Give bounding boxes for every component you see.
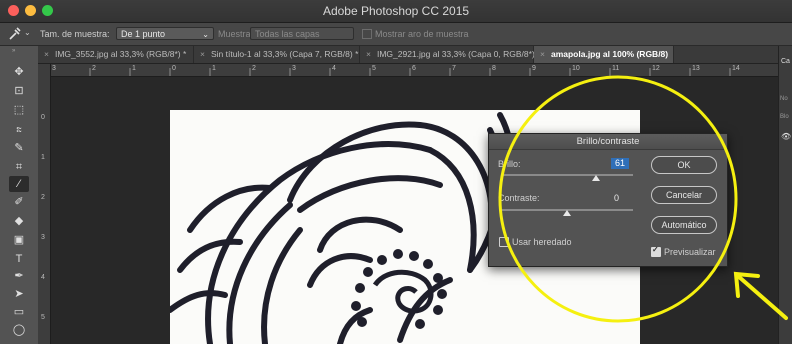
crop-tool-icon[interactable]: ⌗: [9, 159, 29, 175]
ok-button[interactable]: OK: [651, 156, 717, 174]
close-tab-icon[interactable]: ×: [200, 49, 205, 59]
ruler-label: 1: [212, 65, 216, 72]
tab-sin-titulo-1[interactable]: × Sin título-1 al 33,3% (Capa 7, RGB/8) *: [194, 46, 360, 63]
legacy-label: Usar heredado: [512, 237, 572, 247]
ruler-label: 2: [41, 194, 45, 201]
close-tab-icon[interactable]: ×: [540, 49, 545, 59]
legacy-checkbox[interactable]: [499, 237, 509, 247]
horizontal-ruler[interactable]: 3 2 1 0 1 2 3 4 5 6 7 8 9 10 11 12 13 14: [38, 64, 778, 77]
panel-label: Blo: [780, 114, 789, 120]
auto-button[interactable]: Automático: [651, 216, 717, 234]
hand-tool-icon[interactable]: ◯: [9, 322, 29, 338]
title-bar: Adobe Photoshop CC 2015: [0, 0, 792, 23]
show-ring-label: Mostrar aro de muestra: [375, 29, 469, 39]
panel-label: No: [780, 96, 788, 102]
quick-selection-tool-icon[interactable]: ✎: [9, 140, 29, 156]
preview-label: Previsualizar: [664, 247, 716, 257]
artboard-tool-icon[interactable]: ⊡: [9, 83, 29, 99]
lasso-tool-icon[interactable]: ᦰ: [9, 121, 29, 137]
sample-select[interactable]: Todas las capas: [250, 27, 354, 40]
path-selection-tool-icon[interactable]: ➤: [9, 286, 29, 302]
vertical-ruler[interactable]: 0 1 2 3 4 5: [38, 64, 51, 344]
ruler-label: 7: [452, 65, 456, 72]
ruler-label: 0: [172, 65, 176, 72]
close-tab-icon[interactable]: ×: [44, 49, 49, 59]
contrast-label: Contraste:: [498, 193, 540, 203]
brightness-field[interactable]: 61: [611, 158, 629, 169]
gradient-tool-icon[interactable]: ▣: [9, 232, 29, 248]
marquee-tool-icon[interactable]: ⬚: [9, 102, 29, 118]
show-ring-checkbox[interactable]: [362, 29, 372, 39]
eye-icon[interactable]: 👁: [781, 132, 791, 141]
ruler-label: 9: [532, 65, 536, 72]
contrast-field[interactable]: 0: [589, 193, 619, 203]
ruler-label: 13: [692, 65, 700, 72]
ruler-label: 3: [292, 65, 296, 72]
ruler-label: 1: [132, 65, 136, 72]
collapse-panel-icon[interactable]: »: [12, 48, 15, 54]
ruler-label: 4: [41, 274, 45, 281]
ruler-ticks: [49, 68, 731, 76]
move-tool-icon[interactable]: ✥: [9, 64, 29, 80]
ruler-label: 4: [332, 65, 336, 72]
ruler-label: 12: [652, 65, 660, 72]
brightness-label: Brillo:: [498, 159, 521, 169]
tab-img-3552[interactable]: × IMG_3552.jpg al 33,3% (RGB/8*) *: [38, 46, 194, 63]
right-panel-dock: Ca No Blo 👁: [778, 46, 792, 344]
preview-checkbox[interactable]: [651, 245, 661, 257]
tool-preset-chevron-icon[interactable]: ⌄: [24, 28, 31, 37]
document-tabs: × IMG_3552.jpg al 33,3% (RGB/8*) * × Sin t…: [38, 46, 778, 64]
brightness-slider[interactable]: [501, 174, 633, 176]
sample-label: Muestra:: [218, 29, 254, 39]
sample-size-label: Tam. de muestra:: [40, 29, 110, 39]
close-tab-icon[interactable]: ×: [366, 49, 371, 59]
ruler-label: 1: [41, 154, 45, 161]
eraser-tool-icon[interactable]: ◆: [9, 213, 29, 229]
ruler-label: 6: [412, 65, 416, 72]
ruler-label: 5: [41, 314, 45, 321]
eyedropper-tool-icon[interactable]: ⁄: [9, 176, 29, 192]
eyedropper-icon[interactable]: [8, 26, 22, 41]
ruler-label: 14: [732, 65, 740, 72]
ruler-label: 8: [492, 65, 496, 72]
rectangle-tool-icon[interactable]: ▭: [9, 304, 29, 320]
pen-tool-icon[interactable]: ✒: [9, 268, 29, 284]
sample-size-select[interactable]: De 1 punto ⌄: [116, 27, 214, 40]
window-title: Adobe Photoshop CC 2015: [322, 4, 470, 18]
ruler-label: 3: [41, 234, 45, 241]
ruler-label: 5: [372, 65, 376, 72]
sample-value: Todas las capas: [255, 29, 320, 39]
ruler-label: 11: [612, 65, 620, 72]
tab-amapola[interactable]: × amapola.jpg al 100% (RGB/8): [534, 46, 674, 63]
cancel-button[interactable]: Cancelar: [651, 186, 717, 204]
chevron-down-icon: ⌄: [202, 30, 209, 39]
ruler-label: 3: [52, 65, 56, 72]
ruler-label: 2: [252, 65, 256, 72]
brightness-contrast-dialog: Brillo/contraste Brillo: 61 Contraste: 0…: [488, 133, 728, 267]
tools-panel: » ✥ ⊡ ⬚ ᦰ ✎ ⌗ ⁄ ✐ ◆ ▣ T ✒ ➤ ▭ ◯: [0, 46, 39, 344]
panel-tab-label[interactable]: Ca: [781, 58, 790, 65]
dialog-title: Brillo/contraste: [489, 134, 727, 150]
tab-img-2921[interactable]: × IMG_2921.jpg al 33,3% (Capa 0, RGB/8*) …: [360, 46, 540, 63]
options-bar: ⌄ Tam. de muestra: De 1 punto ⌄ Muestra:…: [0, 23, 792, 46]
contrast-slider-thumb[interactable]: [563, 210, 571, 216]
brightness-slider-thumb[interactable]: [592, 175, 601, 181]
sample-size-value: De 1 punto: [121, 29, 166, 39]
ruler-label: 10: [572, 65, 580, 72]
ruler-label: 2: [92, 65, 96, 72]
ruler-label: 0: [41, 114, 45, 121]
type-tool-icon[interactable]: T: [9, 251, 29, 267]
brush-tool-icon[interactable]: ✐: [9, 194, 29, 210]
